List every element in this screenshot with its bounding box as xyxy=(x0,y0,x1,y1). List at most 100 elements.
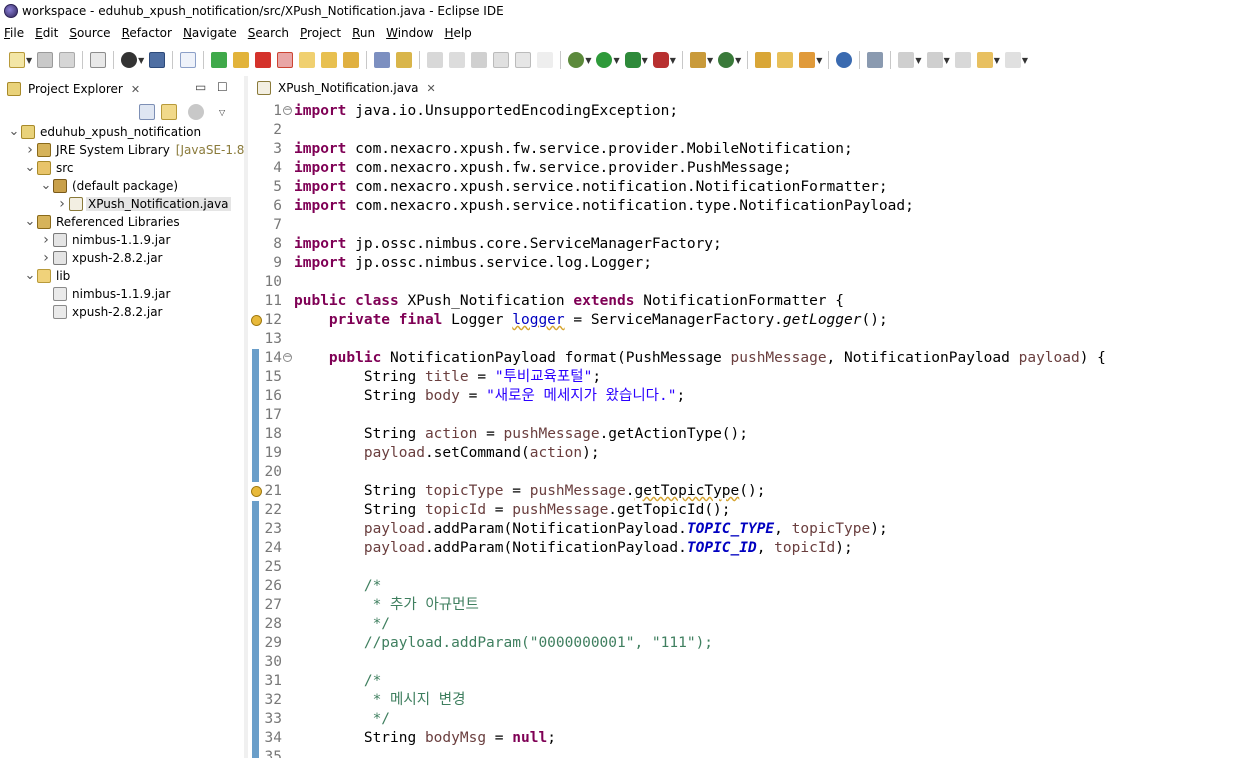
tree-item[interactable]: xpush-2.8.2.jar xyxy=(0,303,244,321)
maximize-icon[interactable]: ☐ xyxy=(217,80,228,94)
chevron-right-icon[interactable]: › xyxy=(56,196,68,212)
change-marker[interactable] xyxy=(252,596,259,615)
filter-icon[interactable] xyxy=(188,104,204,120)
chevron-down-icon[interactable]: ▼ xyxy=(707,56,713,65)
change-marker[interactable] xyxy=(252,653,259,672)
globe-icon[interactable] xyxy=(836,52,853,68)
code-line[interactable]: 5 import com.nexacro.xpush.service.notifi… xyxy=(248,178,1247,197)
code-line[interactable]: 32 * 메시지 변경 xyxy=(248,691,1247,710)
coverage-icon[interactable] xyxy=(624,52,641,68)
link-with-editor-icon[interactable] xyxy=(161,104,177,120)
minimize-icon[interactable]: ▭ xyxy=(195,80,206,94)
tree-item[interactable]: › nimbus-1.1.9.jar xyxy=(0,231,244,249)
menu-run[interactable]: Run xyxy=(352,26,375,40)
document-icon[interactable] xyxy=(515,52,532,68)
tree-item[interactable]: ⌄ eduhub_xpush_notification xyxy=(0,123,244,141)
code-line[interactable]: 14− public NotificationPayload format(Pu… xyxy=(248,349,1247,368)
change-marker[interactable] xyxy=(252,672,259,691)
change-marker[interactable] xyxy=(252,634,259,653)
chevron-down-icon[interactable]: ▼ xyxy=(670,56,676,65)
change-marker[interactable] xyxy=(252,615,259,634)
collapse-all-icon[interactable] xyxy=(139,104,155,120)
menu-search[interactable]: Search xyxy=(248,26,289,40)
chevron-down-icon[interactable]: ▼ xyxy=(585,56,591,65)
tree-item[interactable]: ⌄ src xyxy=(0,159,244,177)
change-marker[interactable] xyxy=(252,387,259,406)
skip-breakpoints-icon[interactable] xyxy=(180,52,197,68)
change-marker[interactable] xyxy=(252,539,259,558)
chevron-right-icon[interactable]: › xyxy=(40,232,52,248)
tab-project-explorer[interactable]: Project Explorer ✕ xyxy=(2,78,144,100)
code-line[interactable]: 33 */ xyxy=(248,710,1247,729)
binary-icon[interactable] xyxy=(90,52,107,68)
code-line[interactable]: 3 import com.nexacro.xpush.fw.service.pro… xyxy=(248,140,1247,159)
new-java-project-icon[interactable] xyxy=(689,52,706,68)
chevron-down-icon[interactable]: ▼ xyxy=(735,56,741,65)
code-line[interactable]: 34 String bodyMsg = null; xyxy=(248,729,1247,748)
open-type-icon[interactable] xyxy=(755,52,772,68)
change-marker[interactable] xyxy=(252,710,259,729)
warning-icon[interactable] xyxy=(250,482,262,501)
gear-icon[interactable] xyxy=(121,52,138,68)
code-line[interactable]: 24 payload.addParam(NotificationPayload.… xyxy=(248,539,1247,558)
save-all-icon[interactable] xyxy=(59,52,76,68)
code-area[interactable]: 1− import java.io.UnsupportedEncodingExce… xyxy=(248,102,1247,758)
code-line[interactable]: 4 import com.nexacro.xpush.fw.service.pro… xyxy=(248,159,1247,178)
code-line[interactable]: 20 xyxy=(248,463,1247,482)
menu-project[interactable]: Project xyxy=(300,26,341,40)
chevron-right-icon[interactable]: › xyxy=(24,142,36,158)
code-line[interactable]: 35 xyxy=(248,748,1247,758)
change-marker[interactable] xyxy=(252,520,259,539)
menu-edit[interactable]: Edit xyxy=(35,26,58,40)
tree-item[interactable]: › JRE System Library [JavaSE-1.8] xyxy=(0,141,249,159)
toggle-annotation-icon[interactable] xyxy=(867,52,884,68)
code-line[interactable]: 17 xyxy=(248,406,1247,425)
code-line[interactable]: 10 xyxy=(248,273,1247,292)
chevron-down-icon[interactable]: ▼ xyxy=(26,56,32,65)
chevron-down-icon[interactable]: ⌄ xyxy=(40,179,52,192)
pin-icon[interactable] xyxy=(427,52,444,68)
chevron-down-icon[interactable]: ⌄ xyxy=(24,269,36,282)
step-return-icon[interactable] xyxy=(343,52,360,68)
close-icon[interactable]: ✕ xyxy=(131,83,140,96)
step-over-icon[interactable] xyxy=(321,52,338,68)
code-line[interactable]: 15 String title = "투비교육포털"; xyxy=(248,368,1247,387)
console-icon[interactable] xyxy=(149,52,166,68)
chevron-down-icon[interactable]: ▼ xyxy=(1022,56,1028,65)
save-icon[interactable] xyxy=(37,52,54,68)
menu-navigate[interactable]: Navigate xyxy=(183,26,237,40)
fold-collapse-icon[interactable]: − xyxy=(283,106,292,115)
tree-item[interactable]: › xpush-2.8.2.jar xyxy=(0,249,244,267)
tree-item[interactable]: nimbus-1.1.9.jar xyxy=(0,285,244,303)
menu-source[interactable]: Source xyxy=(69,26,110,40)
chevron-down-icon[interactable]: ▼ xyxy=(915,56,921,65)
change-marker[interactable] xyxy=(252,501,259,520)
code-line[interactable]: 9 import jp.ossc.nimbus.service.log.Logge… xyxy=(248,254,1247,273)
forward-arrow-icon[interactable] xyxy=(1004,52,1021,68)
code-line[interactable]: 7 xyxy=(248,216,1247,235)
close-icon[interactable]: ✕ xyxy=(427,82,436,95)
next-annotation-icon[interactable] xyxy=(898,52,915,68)
fold-collapse-icon[interactable]: − xyxy=(283,353,292,362)
change-marker[interactable] xyxy=(252,729,259,748)
code-line[interactable]: 26 /* xyxy=(248,577,1247,596)
pen-icon[interactable] xyxy=(449,52,466,68)
chevron-down-icon[interactable]: ⌄ xyxy=(24,161,36,174)
back-arrow-icon[interactable] xyxy=(976,52,993,68)
change-marker[interactable] xyxy=(252,368,259,387)
chevron-right-icon[interactable]: › xyxy=(40,250,52,266)
debug-icon[interactable] xyxy=(568,52,585,68)
menu-refactor[interactable]: Refactor xyxy=(122,26,172,40)
tab-xpush-notification-java[interactable]: XPush_Notification.java ✕ xyxy=(250,78,442,100)
change-marker[interactable] xyxy=(252,748,259,758)
change-marker[interactable] xyxy=(252,444,259,463)
use-step-filters-icon[interactable] xyxy=(396,52,413,68)
code-line[interactable]: 11 public class XPush_Notification extend… xyxy=(248,292,1247,311)
change-marker[interactable] xyxy=(252,349,259,368)
tree-item[interactable]: ⌄ Referenced Libraries xyxy=(0,213,244,231)
change-marker[interactable] xyxy=(252,406,259,425)
step-into-icon[interactable] xyxy=(299,52,316,68)
view-menu-icon[interactable]: ▽ xyxy=(219,108,225,117)
code-line[interactable]: 12 private final Logger logger = Service… xyxy=(248,311,1247,330)
code-line[interactable]: 19 payload.setCommand(action); xyxy=(248,444,1247,463)
